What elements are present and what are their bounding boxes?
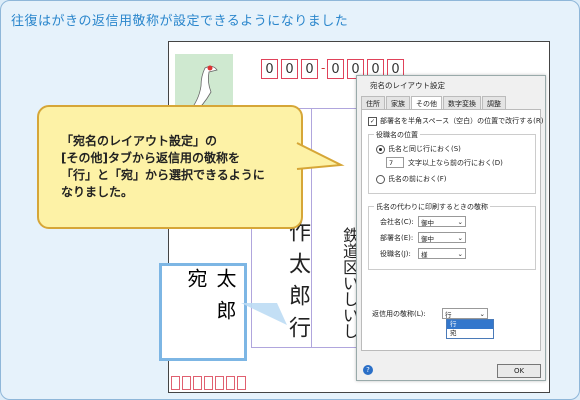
- header-title: 往復はがきの返信用敬称が設定できるようになりました: [11, 14, 349, 29]
- chevron-down-icon: ⌄: [457, 217, 463, 226]
- zip-digit: 0: [281, 59, 298, 79]
- zip-digit: 0: [327, 59, 344, 79]
- radio-same-line-button[interactable]: [376, 144, 385, 154]
- reply-honorific-select[interactable]: 行 ⌄: [442, 308, 488, 319]
- reply-label: 返信用の敬称(L):: [372, 309, 426, 318]
- title-label: 役職名(J):: [380, 249, 411, 258]
- department-honorific-select[interactable]: 御中 ⌄: [418, 232, 466, 243]
- spin-row: 7 文字以上なら前の行におく(D): [386, 157, 503, 168]
- reply-dropdown-list: 行 宛: [446, 319, 494, 339]
- space-break-option[interactable]: ✓ 部署名を半角スペース（空白）の位置で改行する(R): [368, 116, 544, 126]
- spin-label: 文字以上なら前の行におく(D): [408, 158, 503, 167]
- company-row: 会社名(C): 御中 ⌄: [380, 216, 466, 227]
- radio-before-label: 氏名の前におく(F): [388, 175, 447, 183]
- zoom-name: 太郎宛: [184, 268, 237, 332]
- title-row: 役職名(J): 様 ⌄: [380, 248, 466, 259]
- company-label: 会社名(C):: [380, 217, 414, 226]
- chevron-down-icon: ⌄: [457, 249, 463, 258]
- ok-button[interactable]: OK: [497, 364, 541, 378]
- chevron-down-icon: ⌄: [479, 309, 485, 318]
- zip-digit: 0: [301, 59, 318, 79]
- title-value: 様: [421, 250, 428, 259]
- zoom-inset: 太郎宛: [159, 263, 247, 361]
- radio-before-button[interactable]: [376, 174, 385, 184]
- honorific-group-label: 氏名の代わりに印刷するときの敬称: [374, 202, 490, 212]
- callout-text: 「宛名のレイアウト設定」の [その他]タブから返信用の敬称を 「行」と「宛」から…: [61, 134, 265, 199]
- chevron-down-icon: ⌄: [457, 233, 463, 242]
- recipient-address: 鉄 道 区 い し い し: [343, 226, 360, 341]
- radio-same-line[interactable]: 氏名と同じ行におく(S): [376, 144, 461, 154]
- callout-bubble: 「宛名のレイアウト設定」の [その他]タブから返信用の敬称を 「行」と「宛」から…: [37, 105, 345, 229]
- address-layout-dialog: 宛名のレイアウト設定 住所 家族 その他 数字変換 調整 ✓ 部署名を半角スペー…: [356, 75, 546, 381]
- char-count-spinner[interactable]: 7: [386, 157, 404, 168]
- department-label: 部署名(E):: [380, 233, 414, 242]
- department-value: 御中: [421, 234, 434, 243]
- help-icon[interactable]: ?: [363, 365, 373, 375]
- sender-zip-boxes: [171, 376, 248, 390]
- department-row: 部署名(E): 御中 ⌄: [380, 232, 466, 243]
- dialog-title: 宛名のレイアウト設定: [370, 81, 445, 90]
- radio-before[interactable]: 氏名の前におく(F): [376, 174, 447, 184]
- space-break-checkbox[interactable]: ✓: [368, 116, 377, 126]
- radio-same-line-label: 氏名と同じ行におく(S): [388, 145, 461, 153]
- reply-option-gyo[interactable]: 行: [447, 320, 493, 329]
- title-honorific-select[interactable]: 様 ⌄: [418, 248, 466, 259]
- zoom-arrow: [241, 303, 287, 325]
- reply-option-ate[interactable]: 宛: [447, 329, 493, 338]
- position-group-label: 役職名の位置: [374, 130, 420, 140]
- zip-digit: 0: [261, 59, 278, 79]
- reply-value: 行: [445, 310, 452, 319]
- reply-row: 返信用の敬称(L): 行 ⌄: [372, 308, 488, 319]
- screenshot-frame: 往復はがきの返信用敬称が設定できるようになりました 0 0 0 - 0 0 0 …: [0, 0, 580, 400]
- company-value: 御中: [421, 218, 434, 227]
- callout-pointer: [296, 142, 345, 170]
- space-break-label: 部署名を半角スペース（空白）の位置で改行する(R): [380, 117, 544, 125]
- company-honorific-select[interactable]: 御中 ⌄: [418, 216, 466, 227]
- dialog-body: ✓ 部署名を半角スペース（空白）の位置で改行する(R) 役職名の位置 氏名と同じ…: [361, 109, 544, 351]
